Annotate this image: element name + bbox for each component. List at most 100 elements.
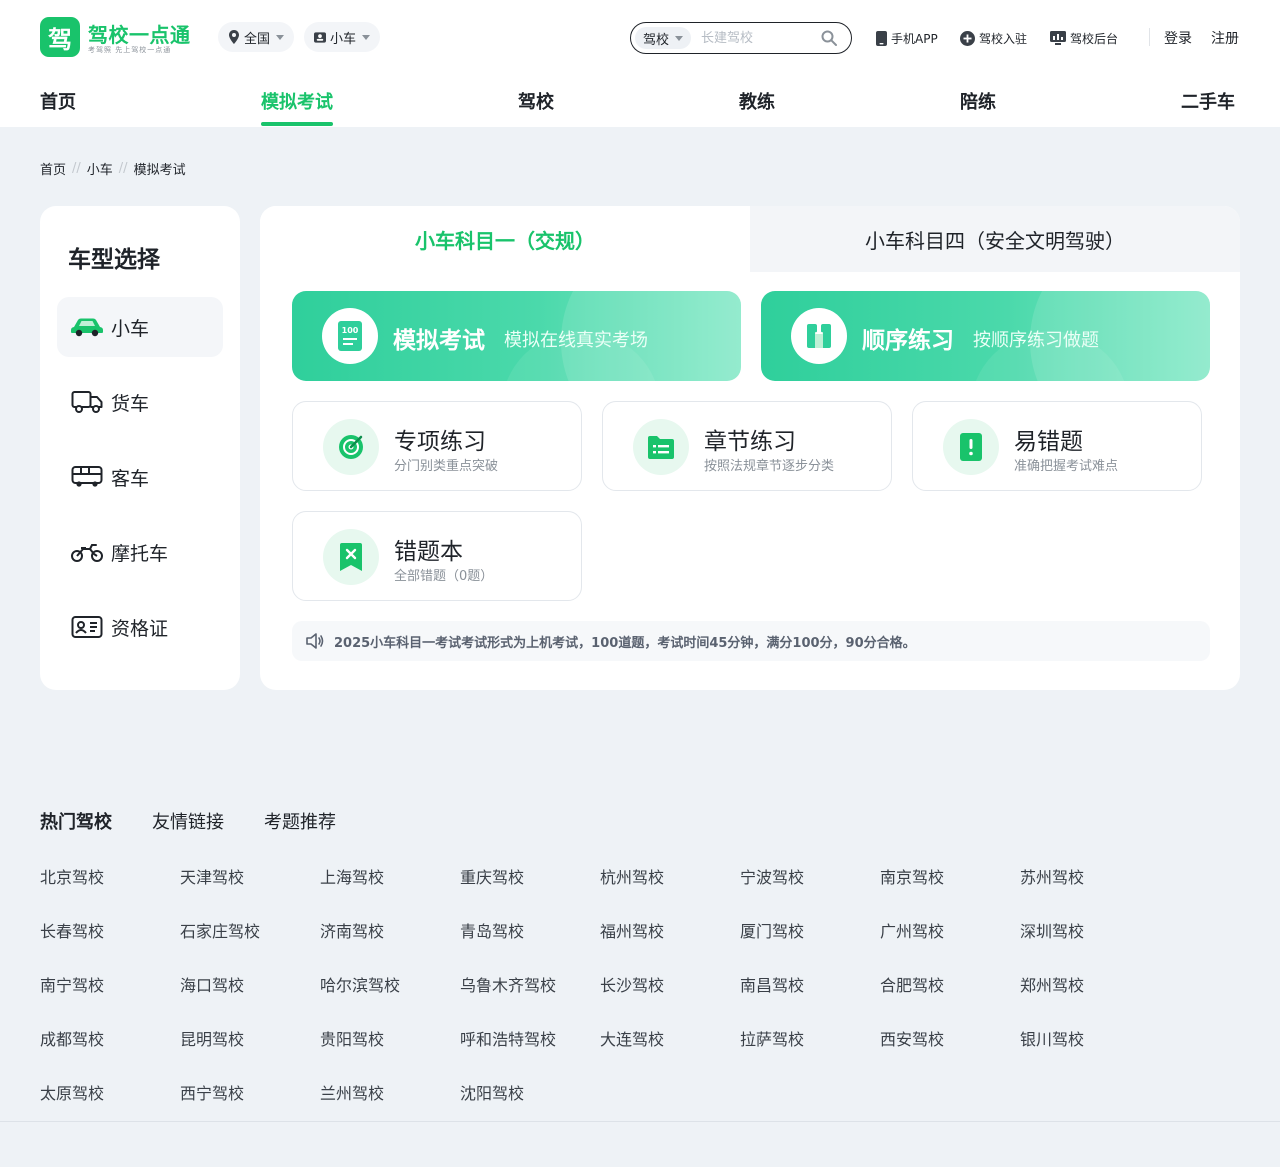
sidebar-item-truck[interactable]: 货车 [57, 372, 223, 432]
vehicle-type-sidebar: 车型选择 小车 货车 客车 摩托车 资格证 [40, 206, 240, 690]
school-link[interactable]: 呼和浩特驾校 [460, 1026, 556, 1050]
footer-tab-hot-schools[interactable]: 热门驾校 [40, 808, 112, 834]
sidebar-item-car[interactable]: 小车 [57, 297, 223, 357]
chevron-down-icon [362, 34, 371, 40]
nav-used-car[interactable]: 二手车 [1181, 88, 1235, 114]
search-icon[interactable] [821, 30, 837, 46]
school-join-label: 驾校入驻 [979, 31, 1028, 46]
school-link[interactable]: 杭州驾校 [600, 864, 664, 888]
school-link[interactable]: 大连驾校 [600, 1026, 664, 1050]
school-link[interactable]: 石家庄驾校 [180, 918, 260, 942]
mistake-bookmark-icon [323, 529, 379, 585]
school-link[interactable]: 深圳驾校 [1020, 918, 1084, 942]
school-join-link[interactable]: 驾校入驻 [960, 28, 1027, 48]
vehicle-selector[interactable]: 小车 [304, 22, 381, 52]
search-type-label: 驾校 [643, 32, 670, 48]
breadcrumb-home[interactable]: 首页 [40, 159, 66, 178]
school-link[interactable]: 宁波驾校 [740, 864, 804, 888]
school-link[interactable]: 西安驾校 [880, 1026, 944, 1050]
region-selector[interactable]: 全国 [218, 22, 295, 52]
sidebar-item-label: 货车 [111, 392, 150, 415]
mobile-app-link[interactable]: 手机APP [876, 28, 938, 48]
search-input[interactable] [701, 26, 811, 50]
mock-exam-desc: 模拟在线真实考场 [504, 330, 648, 351]
nav-active-indicator [261, 122, 333, 126]
login-link[interactable]: 登录 [1164, 28, 1192, 48]
school-backend-link[interactable]: 驾校后台 [1050, 28, 1118, 48]
mistake-book-desc: 全部错题（0题） [394, 569, 494, 584]
school-link[interactable]: 拉萨驾校 [740, 1026, 804, 1050]
school-link[interactable]: 哈尔滨驾校 [320, 972, 400, 996]
breadcrumb-vehicle[interactable]: 小车 [87, 159, 113, 178]
school-link[interactable]: 青岛驾校 [460, 918, 524, 942]
sidebar-item-bus[interactable]: 客车 [57, 447, 223, 507]
school-link[interactable]: 长沙驾校 [600, 972, 664, 996]
search-type-select[interactable]: 驾校 [635, 27, 692, 49]
nav-home[interactable]: 首页 [40, 88, 76, 114]
school-link[interactable]: 合肥驾校 [880, 972, 944, 996]
motorcycle-icon [69, 537, 105, 567]
phone-icon [876, 30, 887, 46]
school-link[interactable]: 广州驾校 [880, 918, 944, 942]
error-prone-title: 易错题 [1014, 429, 1083, 455]
school-link[interactable]: 兰州驾校 [320, 1080, 384, 1104]
mobile-app-label: 手机APP [891, 31, 938, 46]
school-link[interactable]: 天津驾校 [180, 864, 244, 888]
school-link[interactable]: 福州驾校 [600, 918, 664, 942]
sequential-practice-card[interactable]: 顺序练习 按顺序练习做题 [761, 291, 1210, 381]
mistake-book-card[interactable]: 错题本 全部错题（0题） [292, 511, 582, 601]
sidebar-item-label: 小车 [111, 317, 150, 340]
bus-icon [69, 462, 105, 492]
region-label: 全国 [244, 31, 271, 47]
school-link[interactable]: 济南驾校 [320, 918, 384, 942]
chevron-down-icon [276, 34, 285, 40]
plus-circle-icon [960, 30, 975, 46]
school-link[interactable]: 长春驾校 [40, 918, 104, 942]
exam-paper-icon: 100 [322, 308, 378, 364]
breadcrumb: 首页 // 小车 // 模拟考试 [40, 159, 186, 178]
site-logo[interactable]: 驾 驾校一点通 考驾照 先上驾校一点通 [40, 17, 200, 57]
chapter-practice-card[interactable]: 章节练习 按照法规章节逐步分类 [602, 401, 892, 491]
mock-exam-card[interactable]: 100 模拟考试 模拟在线真实考场 [292, 291, 741, 381]
nav-mock-exam[interactable]: 模拟考试 [261, 88, 333, 114]
school-link[interactable]: 昆明驾校 [180, 1026, 244, 1050]
breadcrumb-separator: // [72, 161, 81, 176]
footer-tab-question-recs[interactable]: 考题推荐 [264, 808, 336, 834]
school-link[interactable]: 上海驾校 [320, 864, 384, 888]
certificate-icon [69, 612, 105, 642]
school-link[interactable]: 重庆驾校 [460, 864, 524, 888]
footer-tab-friend-links[interactable]: 友情链接 [152, 808, 224, 834]
school-link[interactable]: 苏州驾校 [1020, 864, 1084, 888]
truck-icon [69, 387, 105, 417]
school-link[interactable]: 南宁驾校 [40, 972, 104, 996]
nav-driving-school[interactable]: 驾校 [518, 88, 554, 114]
school-link[interactable]: 沈阳驾校 [460, 1080, 524, 1104]
location-pin-icon [228, 30, 240, 44]
logo-mark: 驾 [40, 17, 80, 57]
breadcrumb-current: 模拟考试 [133, 163, 186, 178]
school-link[interactable]: 贵阳驾校 [320, 1026, 384, 1050]
school-link[interactable]: 银川驾校 [1020, 1026, 1084, 1050]
sidebar-item-motorcycle[interactable]: 摩托车 [57, 522, 223, 582]
error-prone-card[interactable]: 易错题 准确把握考试难点 [912, 401, 1202, 491]
school-link[interactable]: 北京驾校 [40, 864, 104, 888]
sidebar-item-certificate[interactable]: 资格证 [57, 597, 223, 657]
dashboard-icon [1050, 31, 1066, 45]
tab-subject-one[interactable]: 小车科目一（交规） [260, 206, 750, 272]
nav-coach[interactable]: 教练 [739, 88, 775, 114]
school-link[interactable]: 乌鲁木齐驾校 [460, 972, 556, 996]
nav-accompany[interactable]: 陪练 [960, 88, 996, 114]
topic-practice-card[interactable]: 专项练习 分门别类重点突破 [292, 401, 582, 491]
school-link[interactable]: 西宁驾校 [180, 1080, 244, 1104]
school-link[interactable]: 海口驾校 [180, 972, 244, 996]
school-link[interactable]: 郑州驾校 [1020, 972, 1084, 996]
school-link[interactable]: 厦门驾校 [740, 918, 804, 942]
school-link[interactable]: 太原驾校 [40, 1080, 104, 1104]
sidebar-item-label: 资格证 [111, 617, 169, 640]
register-link[interactable]: 注册 [1211, 28, 1239, 48]
school-link[interactable]: 南昌驾校 [740, 972, 804, 996]
school-link[interactable]: 南京驾校 [880, 864, 944, 888]
school-link[interactable]: 成都驾校 [40, 1026, 104, 1050]
tab-subject-four[interactable]: 小车科目四（安全文明驾驶） [750, 206, 1240, 272]
sequential-practice-title: 顺序练习 [862, 328, 954, 354]
